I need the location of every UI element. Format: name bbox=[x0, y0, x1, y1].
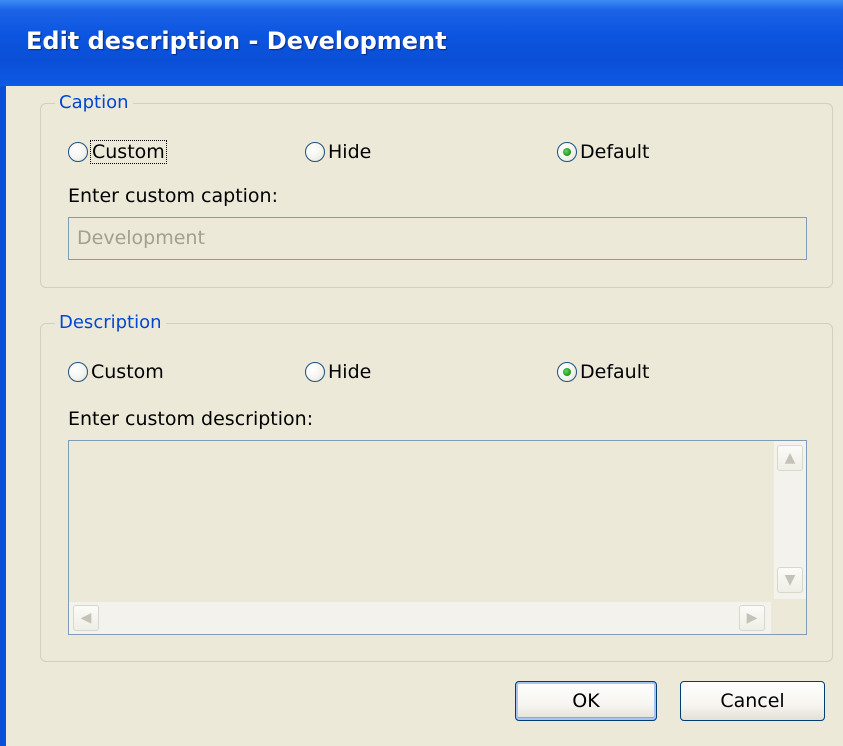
description-hide-label: Hide bbox=[328, 361, 372, 383]
scroll-up-arrow-icon[interactable]: ▲ bbox=[777, 445, 803, 471]
title-bar[interactable]: Edit description - Development bbox=[0, 0, 843, 86]
custom-caption-label: Enter custom caption: bbox=[68, 185, 278, 207]
caption-default-radio[interactable]: Default bbox=[557, 139, 649, 165]
custom-caption-input[interactable]: Development bbox=[68, 217, 807, 260]
scroll-left-arrow-icon[interactable]: ◀ bbox=[73, 605, 99, 631]
caption-custom-label: Custom bbox=[90, 140, 167, 164]
scroll-right-arrow-icon[interactable]: ▶ bbox=[739, 605, 765, 631]
ok-button[interactable]: OK bbox=[515, 681, 657, 721]
caption-custom-radio[interactable]: Custom bbox=[68, 139, 167, 165]
custom-description-textarea[interactable]: ▲ ▼ ◀ ▶ bbox=[68, 440, 807, 635]
caption-hide-radio[interactable]: Hide bbox=[305, 139, 371, 165]
description-default-radio[interactable]: Default bbox=[557, 359, 649, 385]
description-groupbox: Description Custom Hide Default Enter cu… bbox=[40, 311, 833, 662]
description-hide-radio[interactable]: Hide bbox=[305, 359, 371, 385]
description-custom-radio[interactable]: Custom bbox=[68, 359, 164, 385]
scroll-down-arrow-icon[interactable]: ▼ bbox=[777, 567, 803, 593]
scrollbar-corner bbox=[774, 602, 806, 634]
vertical-scrollbar[interactable]: ▲ ▼ bbox=[774, 441, 806, 599]
dialog-window: Edit description - Development Caption C… bbox=[0, 0, 843, 746]
description-group-legend: Description bbox=[55, 311, 166, 335]
custom-description-label: Enter custom description: bbox=[68, 408, 314, 430]
radio-button-checked-icon[interactable] bbox=[557, 362, 577, 382]
description-default-label: Default bbox=[580, 361, 650, 383]
horizontal-scrollbar[interactable]: ◀ ▶ bbox=[69, 602, 771, 634]
caption-group-legend: Caption bbox=[55, 91, 133, 115]
radio-button-icon[interactable] bbox=[68, 362, 88, 382]
radio-button-icon[interactable] bbox=[305, 142, 325, 162]
caption-default-label: Default bbox=[580, 141, 650, 163]
radio-button-icon[interactable] bbox=[305, 362, 325, 382]
radio-button-checked-icon[interactable] bbox=[557, 142, 577, 162]
description-custom-label: Custom bbox=[91, 361, 164, 383]
radio-button-icon[interactable] bbox=[68, 142, 88, 162]
cancel-button[interactable]: Cancel bbox=[680, 681, 825, 721]
caption-groupbox: Caption Custom Hide Default Enter custom… bbox=[40, 91, 833, 288]
window-title: Edit description - Development bbox=[26, 27, 447, 55]
caption-hide-label: Hide bbox=[328, 141, 372, 163]
